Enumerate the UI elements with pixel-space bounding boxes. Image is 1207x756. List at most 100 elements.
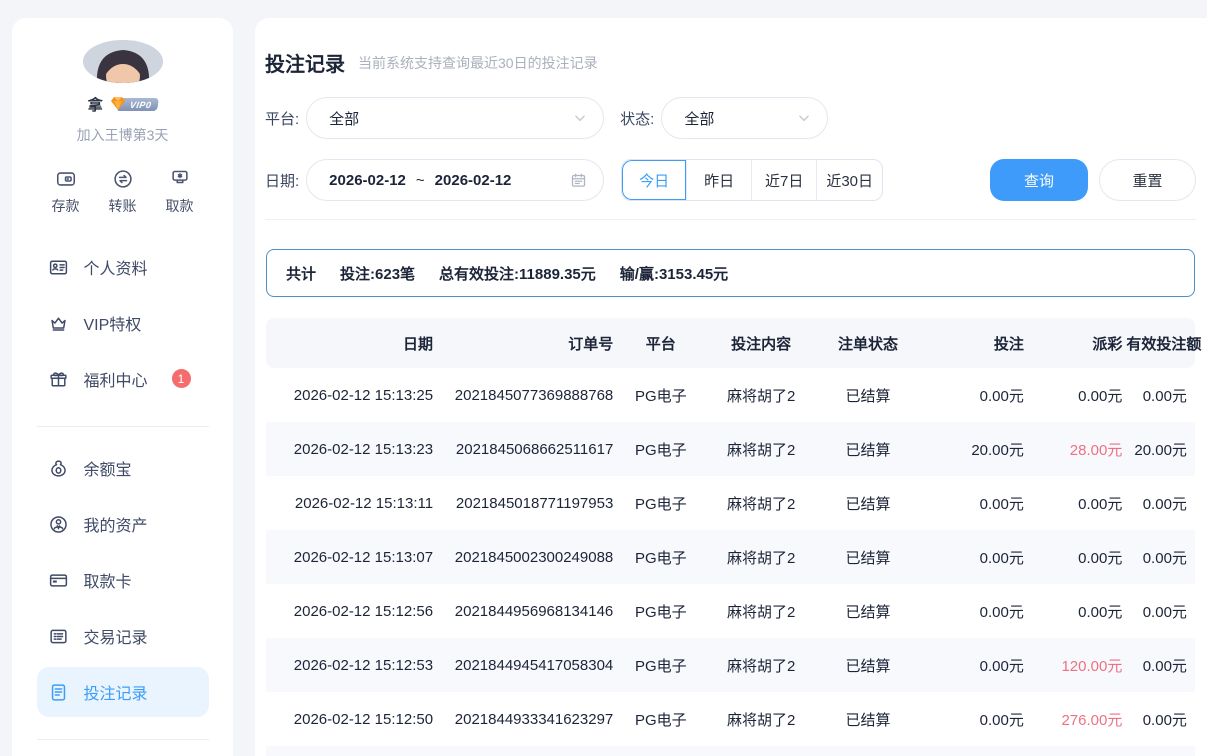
coin-icon	[48, 458, 69, 479]
cell-content: 麻将胡了2	[706, 493, 816, 514]
bet-doc-icon	[48, 682, 69, 703]
range-today[interactable]: 今日	[622, 160, 687, 200]
cell-content: 麻将胡了2	[706, 385, 816, 406]
cell-date: 2026-02-12 15:13:11	[266, 495, 435, 512]
cell-order: 2021844933341623297	[435, 711, 615, 728]
quick-action-deposit[interactable]: 存款	[52, 168, 80, 216]
status-select[interactable]: 全部	[661, 97, 828, 139]
cell-order: 2021845002300249088	[435, 549, 615, 566]
quick-action-withdraw[interactable]: 取款	[166, 168, 194, 216]
table-header: 日期订单号平台投注内容注单状态投注派彩有效投注额	[266, 318, 1195, 368]
cell-status: 已结算	[816, 601, 920, 622]
sidebar: 拿 VIP0 加入王博第3天 存款 转账 取款	[12, 18, 233, 756]
cell-content: 麻将胡了2	[706, 655, 816, 676]
cell-status: 已结算	[816, 439, 920, 460]
cell-valid: 0.00元	[1124, 493, 1195, 514]
summary-bet-count: 投注:623笔	[340, 263, 415, 284]
col-header: 平台	[615, 333, 706, 354]
cell-bet: 20.00元	[920, 439, 1026, 460]
sidebar-item-transactions[interactable]: 交易记录	[37, 611, 209, 661]
table-row: 2026-02-12 15:12:482021844921786318849PG…	[266, 746, 1195, 756]
cell-payout: 28.00元	[1026, 439, 1124, 460]
cell-bet: 0.00元	[920, 547, 1026, 568]
quick-range-group: 今日 昨日 近7日 近30日	[621, 159, 883, 201]
summary-valid-bets: 总有效投注:11889.35元	[439, 263, 596, 284]
cell-payout: 276.00元	[1026, 709, 1124, 730]
filter-row-date: 日期: 2026-02-12 ~ 2026-02-12 今日 昨日 近7日 近	[265, 159, 1196, 201]
cell-order: 2021845018771197953	[435, 495, 615, 512]
cell-valid: 0.00元	[1124, 601, 1195, 622]
col-header: 订单号	[435, 333, 615, 354]
table-row: 2026-02-12 15:13:232021845068662511617PG…	[266, 422, 1195, 476]
status-selected-value: 全部	[684, 108, 797, 129]
title-row: 投注记录 当前系统支持查询最近30日的投注记录	[265, 40, 1196, 77]
cell-order: 2021845068662511617	[435, 441, 615, 458]
sidebar-item-bet-records[interactable]: 投注记录	[37, 667, 209, 717]
cell-status: 已结算	[816, 547, 920, 568]
quick-action-transfer[interactable]: 转账	[109, 168, 137, 216]
range-last7[interactable]: 近7日	[752, 160, 817, 200]
cell-bet: 0.00元	[920, 493, 1026, 514]
sidebar-item-benefits[interactable]: 福利中心 1	[37, 354, 209, 404]
page: 拿 VIP0 加入王博第3天 存款 转账 取款	[0, 0, 1207, 756]
cell-payout: 120.00元	[1026, 655, 1124, 676]
platform-label: 平台:	[265, 108, 299, 129]
wallet-icon	[55, 168, 77, 190]
date-start: 2026-02-12	[329, 172, 406, 189]
platform-selected-value: 全部	[329, 108, 573, 129]
sidebar-item-assets[interactable]: 我的资产	[37, 499, 209, 549]
platform-select[interactable]: 全部	[306, 97, 604, 139]
sidebar-item-yuebao[interactable]: 余额宝	[37, 443, 209, 493]
date-label: 日期:	[265, 170, 299, 191]
menu-divider	[37, 739, 209, 740]
reset-button[interactable]: 重置	[1099, 159, 1196, 201]
summary-win-loss: 输/赢:3153.45元	[620, 263, 728, 284]
sidebar-item-withdraw-card[interactable]: 取款卡	[37, 555, 209, 605]
col-header: 有效投注额	[1124, 333, 1195, 354]
cell-content: 麻将胡了2	[706, 709, 816, 730]
table-row: 2026-02-12 15:13:112021845018771197953PG…	[266, 476, 1195, 530]
cell-date: 2026-02-12 15:13:23	[266, 441, 435, 458]
range-last30[interactable]: 近30日	[817, 160, 882, 200]
vip-badge: VIP0	[110, 97, 158, 113]
table-row: 2026-02-12 15:13:072021845002300249088PG…	[266, 530, 1195, 584]
cell-content: 麻将胡了2	[706, 601, 816, 622]
col-header: 日期	[266, 333, 435, 354]
avatar	[83, 40, 163, 83]
filters-section: 平台: 全部 状态: 全部 日期: 2026-0	[265, 97, 1196, 220]
cell-platform: PG电子	[615, 709, 706, 730]
table-body: 2026-02-12 15:13:252021845077369888768PG…	[266, 368, 1195, 756]
transfer-icon	[112, 168, 134, 190]
search-button[interactable]: 查询	[990, 159, 1088, 201]
cell-content: 麻将胡了2	[706, 439, 816, 460]
col-header: 注单状态	[816, 333, 920, 354]
bets-table: 日期订单号平台投注内容注单状态投注派彩有效投注额 2026-02-12 15:1…	[266, 318, 1195, 756]
sidebar-item-profile[interactable]: 个人资料	[37, 242, 209, 292]
page-subtitle: 当前系统支持查询最近30日的投注记录	[358, 53, 598, 73]
cell-payout: 0.00元	[1026, 385, 1124, 406]
cell-valid: 0.00元	[1124, 709, 1195, 730]
cell-date: 2026-02-12 15:12:50	[266, 711, 435, 728]
table-row: 2026-02-12 15:12:562021844956968134146PG…	[266, 584, 1195, 638]
col-header: 投注内容	[706, 333, 816, 354]
vip-gem-icon	[110, 96, 126, 116]
gift-icon	[48, 369, 69, 390]
assets-icon	[48, 514, 69, 535]
calendar-icon[interactable]	[570, 172, 587, 189]
cell-status: 已结算	[816, 655, 920, 676]
join-days-text: 加入王博第3天	[77, 125, 169, 145]
sidebar-menu: 个人资料 VIP特权 福利中心 1 余额宝 我的资产 取款卡 交易记录 投注记录	[37, 242, 209, 756]
menu-divider	[37, 426, 209, 427]
sidebar-item-vip[interactable]: VIP特权	[37, 298, 209, 348]
cell-bet: 0.00元	[920, 385, 1026, 406]
date-range-input[interactable]: 2026-02-12 ~ 2026-02-12	[306, 159, 604, 201]
cell-platform: PG电子	[615, 655, 706, 676]
chevron-down-icon	[573, 111, 587, 125]
status-label: 状态:	[620, 108, 654, 129]
filter-row-selects: 平台: 全部 状态: 全部	[265, 97, 1196, 139]
summary-bar: 共计 投注:623笔 总有效投注:11889.35元 输/赢:3153.45元	[266, 249, 1195, 297]
quick-actions: 存款 转账 取款	[52, 168, 194, 216]
range-yesterday[interactable]: 昨日	[687, 160, 752, 200]
cell-date: 2026-02-12 15:12:53	[266, 657, 435, 674]
date-separator: ~	[416, 172, 425, 189]
